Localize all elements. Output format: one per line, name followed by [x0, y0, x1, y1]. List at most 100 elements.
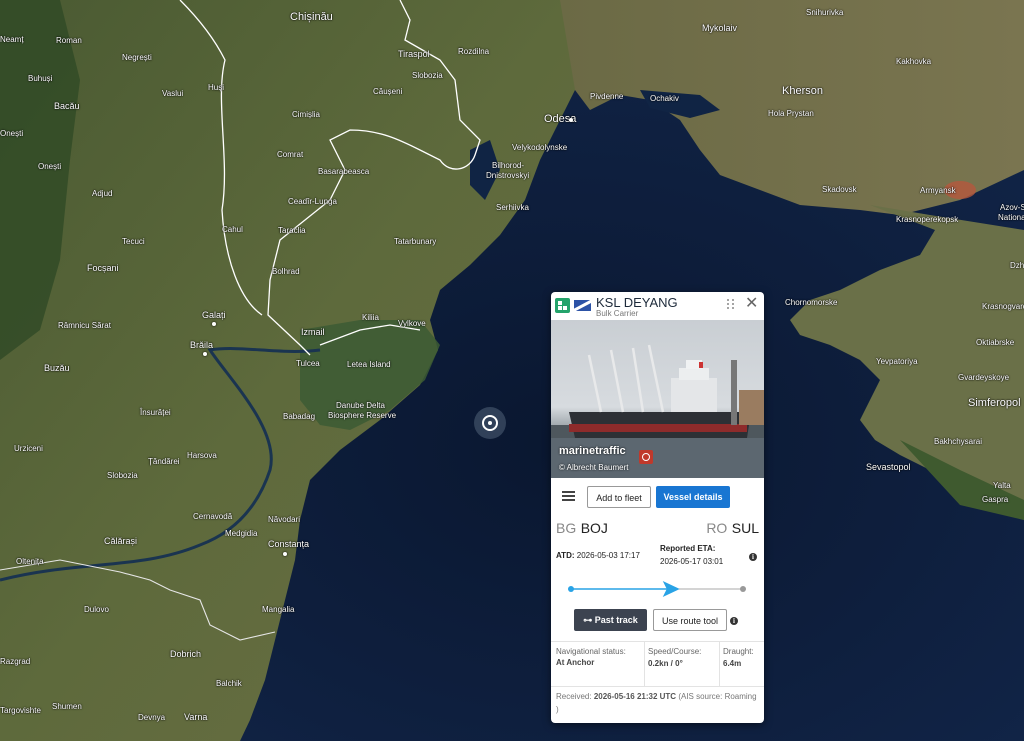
map-label-tiraspol: Tiraspol — [398, 49, 430, 59]
map-label-bacau: Bacău — [54, 101, 80, 111]
map-label-serhiivka: Serhiivka — [496, 203, 529, 212]
map-label-cimislia: Cimișlia — [292, 110, 320, 119]
map-label-yalta: Yalta — [993, 481, 1011, 490]
map-label-gvardeyskoye: Gvardeyskoye — [958, 373, 1010, 382]
map-label-husi: Huși — [208, 83, 225, 92]
menu-icon[interactable] — [562, 491, 575, 501]
track-buttons: ⊶ Past track Use route tool i — [551, 608, 764, 632]
map-label-adjud: Adjud — [92, 189, 113, 198]
map-label-tulcea: Tulcea — [296, 359, 320, 368]
map-label-bilhorod: Bilhorod- — [492, 161, 525, 170]
map-label-kherson: Kherson — [782, 85, 823, 97]
satellite-map[interactable] — [0, 0, 1024, 741]
map-label-babadag: Babadag — [283, 412, 316, 421]
draught-label: Draught: — [723, 647, 754, 656]
route-tool-button[interactable]: Use route tool — [653, 609, 727, 631]
origin-port[interactable]: BG BOJ — [556, 520, 608, 538]
map-label-danube-delta: Danube Delta — [336, 401, 385, 410]
add-to-fleet-button[interactable]: Add to fleet — [587, 486, 651, 508]
vessel-photo[interactable]: marinetraffic © Albrecht Baumert — [551, 320, 764, 478]
map-label-pivdenne: Pivdenne — [590, 92, 624, 101]
map-label-gaspra: Gaspra — [982, 495, 1009, 504]
map-label-bakhchysarai: Bakhchysarai — [934, 437, 983, 446]
map-label-letea: Letea Island — [347, 360, 391, 369]
map-label-krasnoperekopsk: Krasnoperekopsk — [896, 215, 959, 224]
map-label-cahul: Cahul — [222, 225, 243, 234]
vessel-details-button[interactable]: Vessel details — [656, 486, 730, 508]
map-label-simferopol: Simferopol — [968, 397, 1021, 409]
photo-pin-icon[interactable] — [639, 450, 653, 464]
map-label-dobrich: Dobrich — [170, 649, 202, 659]
map-label-oltenita: Oltenița — [16, 557, 44, 566]
past-track-button[interactable]: ⊶ Past track — [574, 609, 647, 631]
map-label-buhusi: Buhuși — [28, 74, 53, 83]
map-label-krasnogvardeyskoye: Krasnogvarde — [982, 302, 1024, 311]
vessel-type: Bulk Carrier — [596, 309, 639, 318]
received-label: Received: — [556, 692, 592, 701]
map-label-calarasi: Călărași — [104, 536, 138, 546]
route-tool-info-icon[interactable]: i — [730, 617, 738, 625]
map-label-hola: Hola Prystan — [768, 109, 814, 118]
map-label-onesti: Onești — [0, 129, 24, 138]
voyage-progress-bar — [568, 581, 746, 597]
nav-status-cell: Navigational status: At Anchor — [556, 642, 644, 686]
map-label-constanta: Constanța — [268, 539, 310, 549]
map-label-negresti: Negrești — [122, 53, 152, 62]
panel-header: KSL DEYANG Bulk Carrier ✕ — [551, 292, 764, 320]
map-label-galati: Galați — [202, 310, 226, 320]
map-label-vylkove: Vylkove — [398, 319, 426, 328]
map-label-medgidia: Medgidia — [225, 529, 258, 538]
draught-cell: Draught: 6.4m — [723, 642, 763, 686]
speed-course-label: Speed/Course: — [648, 647, 702, 656]
nav-status-value: At Anchor — [556, 658, 595, 667]
map-label-oktiabrske: Oktiabrske — [976, 338, 1015, 347]
voyage-ports: BG BOJ RO SUL — [551, 520, 764, 540]
progress-start-dot — [568, 586, 574, 592]
photo-credit: © Albrecht Baumert — [559, 463, 629, 472]
map-dot-odesa — [569, 118, 573, 122]
map-label-ceadir: Ceadîr-Lunga — [288, 197, 337, 206]
destination-port[interactable]: RO SUL — [706, 520, 759, 538]
map-label-vaslui: Vaslui — [162, 89, 184, 98]
map-label-causeni: Căușeni — [373, 87, 403, 96]
map-label-neamt: Neamț — [0, 35, 24, 44]
map-label-nationa: Nationa — [998, 213, 1024, 222]
map-dot-braila — [203, 352, 207, 356]
close-icon[interactable]: ✕ — [745, 296, 758, 312]
map-label-shumen: Shumen — [52, 702, 82, 711]
map-label-yevpatoriya: Yevpatoriya — [876, 357, 918, 366]
map-label-cernavoda: Cernavodă — [193, 512, 233, 521]
drag-handle-icon[interactable] — [727, 299, 737, 311]
map-label-taraclia: Taraclia — [278, 226, 306, 235]
map-label-sevastopol: Sevastopol — [866, 462, 911, 472]
past-track-label: Past track — [594, 615, 638, 625]
map-label-slobozia: Slobozia — [107, 471, 138, 480]
map-label-dzh: Dzh — [1010, 261, 1024, 270]
eta-info-icon[interactable]: i — [749, 553, 757, 561]
map-label-kiliia: Kiliia — [362, 313, 379, 322]
map-label-azov: Azov-Sy — [1000, 203, 1024, 212]
map-label-chornomorske: Chornomorske — [785, 298, 838, 307]
eta-label: Reported ETA: — [660, 544, 716, 553]
map-dot-galati — [212, 322, 216, 326]
speed-course-cell: Speed/Course: 0.2kn / 0° — [648, 642, 720, 686]
map-label-dulovo: Dulovo — [84, 605, 109, 614]
map-label-harsova: Harsova — [187, 451, 217, 460]
voyage-progress — [551, 579, 764, 599]
map-label-razgrad: Razgrad — [0, 657, 31, 666]
nav-status-label: Navigational status: — [556, 647, 626, 656]
map-label-buzau: Buzău — [44, 363, 70, 373]
map-label-onesti2: Onești — [38, 162, 62, 171]
received-value: 2026-05-16 21:32 UTC — [593, 692, 677, 701]
flag-icon — [574, 300, 591, 311]
voyage-times: ATD: 2026-05-03 17:17 Reported ETA: 2026… — [551, 544, 764, 576]
origin-country: BG — [556, 520, 577, 536]
map-label-ochakiv: Ochakiv — [650, 94, 679, 103]
destination-country: RO — [706, 520, 728, 536]
map-label-braila: Brăila — [190, 340, 214, 350]
progress-end-dot — [740, 586, 746, 592]
map-label-rm-sarat: Râmnicu Sărat — [58, 321, 111, 330]
vessel-position-marker[interactable] — [474, 407, 506, 439]
map-label-basarabeasca: Basarabeasca — [318, 167, 370, 176]
map-label-comrat: Comrat — [277, 150, 304, 159]
